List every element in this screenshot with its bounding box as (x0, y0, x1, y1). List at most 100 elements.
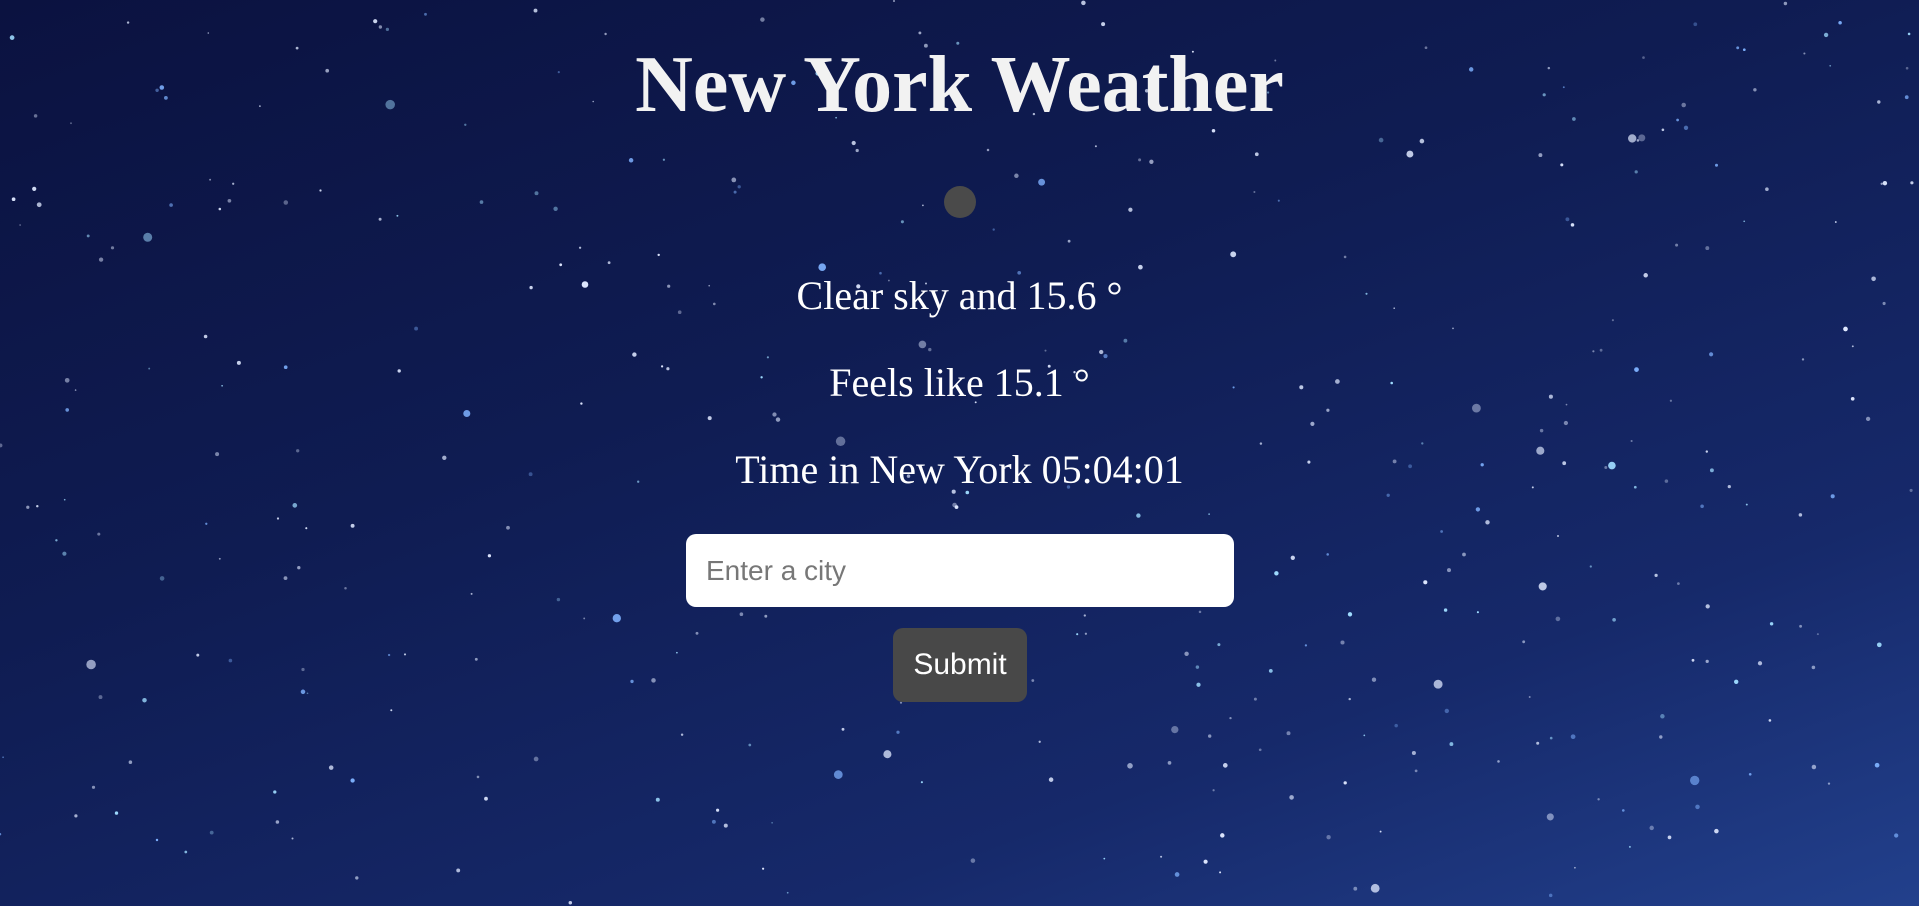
star (385, 27, 390, 32)
star (1067, 239, 1071, 243)
star (1611, 319, 1614, 322)
star (1638, 134, 1646, 142)
star (655, 797, 660, 802)
star (273, 790, 277, 794)
star (479, 200, 484, 204)
star (86, 659, 96, 670)
star (159, 576, 165, 581)
city-search-input[interactable] (686, 534, 1234, 607)
star (1286, 731, 1291, 736)
star (1705, 246, 1710, 251)
star (1149, 159, 1154, 164)
star (918, 340, 927, 349)
star (992, 228, 995, 231)
star (1714, 828, 1719, 834)
star (578, 246, 582, 249)
star (707, 416, 712, 421)
star (568, 901, 573, 905)
star (1083, 614, 1086, 617)
star (1099, 349, 1104, 355)
star (628, 158, 634, 163)
star (1222, 763, 1228, 768)
star (207, 32, 210, 34)
star (1414, 769, 1418, 773)
star (305, 527, 308, 530)
star (1599, 348, 1603, 352)
star (1570, 223, 1575, 227)
star (1816, 633, 1819, 636)
star (306, 692, 309, 695)
star (1258, 748, 1262, 752)
star (1843, 326, 1848, 332)
star (1094, 145, 1097, 148)
star (1880, 182, 1883, 185)
star (1103, 857, 1106, 860)
star (387, 653, 391, 657)
star (1539, 428, 1544, 433)
star (1660, 714, 1665, 719)
star (1811, 764, 1817, 770)
star (1347, 612, 1353, 617)
star (1628, 134, 1637, 143)
weather-description: Clear sky and 15.6 ° (796, 273, 1123, 318)
star (900, 220, 904, 224)
page-title: New York Weather (635, 41, 1284, 129)
star (155, 838, 159, 842)
star (1654, 573, 1658, 578)
star (1290, 555, 1295, 560)
star (110, 246, 115, 250)
star (275, 820, 280, 824)
weather-condition-icon (944, 186, 976, 218)
star (205, 522, 208, 525)
star (128, 760, 133, 764)
star (1475, 507, 1481, 512)
star (1743, 220, 1746, 223)
star (1693, 22, 1698, 27)
star (390, 709, 393, 712)
star (1748, 772, 1752, 776)
star (1734, 679, 1739, 684)
star (1768, 719, 1772, 722)
star (1411, 750, 1416, 756)
star (62, 551, 67, 556)
star (1851, 345, 1854, 348)
star (232, 182, 235, 185)
star (1274, 571, 1279, 576)
star (1343, 255, 1347, 259)
star (1326, 835, 1331, 840)
star (1167, 761, 1172, 765)
star (1219, 871, 1222, 874)
star (484, 796, 488, 801)
star (1907, 32, 1911, 36)
star (841, 727, 845, 731)
star (476, 775, 480, 779)
star (893, 0, 895, 2)
star (378, 217, 382, 221)
submit-button[interactable]: Submit (893, 628, 1027, 702)
star (835, 436, 846, 447)
star (63, 498, 66, 501)
star (1538, 153, 1543, 158)
star (711, 819, 716, 824)
star (143, 232, 153, 242)
star (1138, 158, 1142, 162)
star (1123, 338, 1128, 343)
star (396, 214, 399, 217)
star (32, 186, 37, 192)
star (1783, 1, 1788, 6)
star (1208, 513, 1210, 515)
star (1865, 416, 1871, 422)
star (1289, 795, 1294, 800)
star (1538, 582, 1547, 591)
star (1160, 855, 1163, 858)
star (169, 203, 173, 207)
star (922, 204, 924, 207)
star (630, 679, 634, 684)
star (1548, 893, 1553, 898)
star (487, 554, 492, 558)
star (1171, 725, 1179, 734)
star (65, 408, 70, 412)
star (228, 658, 233, 663)
star (506, 525, 510, 530)
star (1220, 833, 1225, 838)
